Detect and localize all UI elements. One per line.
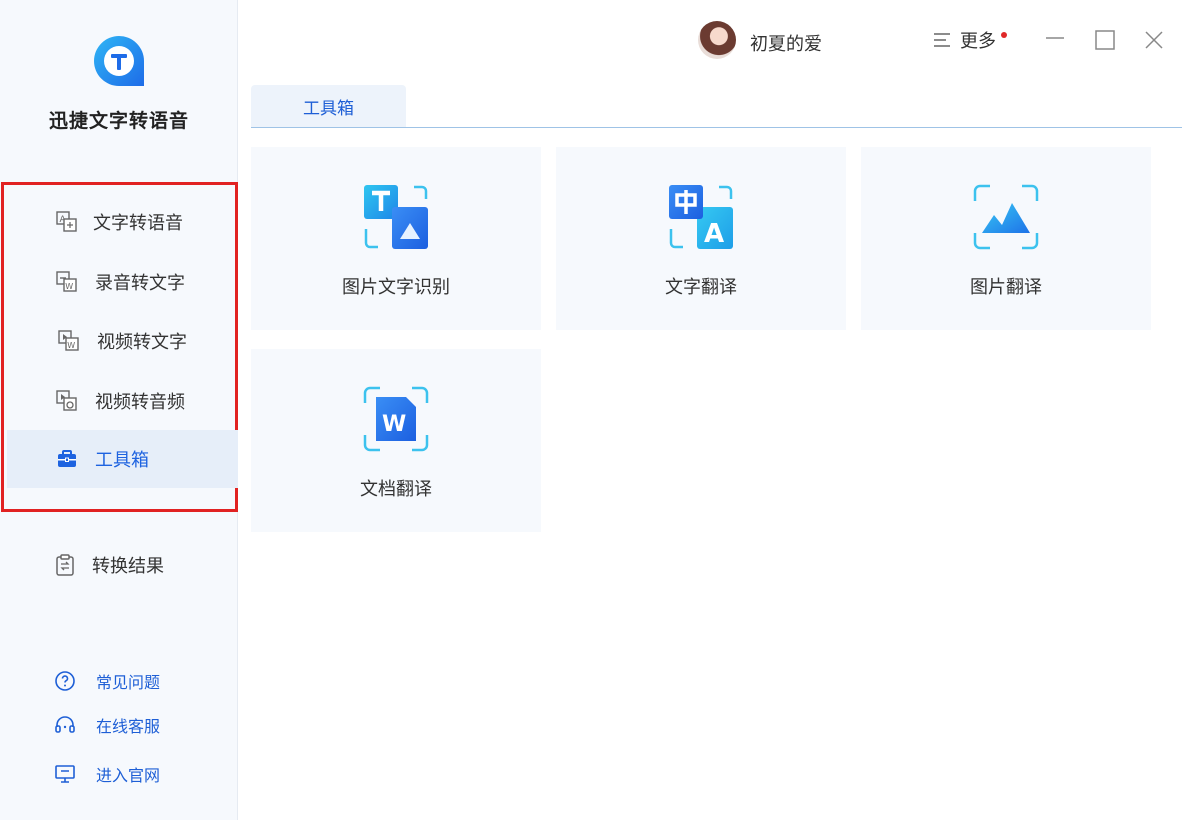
monitor-icon (55, 765, 75, 783)
clipboard-icon (56, 554, 74, 576)
video-to-text-icon: W (58, 330, 79, 351)
minimize-icon[interactable] (1043, 26, 1067, 50)
svg-text:W: W (65, 282, 73, 291)
sidebar: 迅捷文字转语音 A 文字转语音 W 录音转文字 W 视频转文字 视频转音频 工具… (0, 0, 238, 820)
sidebar-item-label: 工具箱 (95, 450, 149, 471)
user-avatar[interactable] (698, 21, 736, 59)
toolbox-icon (58, 450, 76, 467)
app-title: 迅捷文字转语音 (48, 110, 189, 132)
text-translate-icon: A (669, 185, 733, 249)
sidebar-item-audio-to-text[interactable]: W 录音转文字 (7, 253, 238, 311)
svg-text:W: W (67, 341, 75, 350)
doc-translate-icon: W (363, 386, 429, 452)
official-site-label: 进入官网 (96, 766, 161, 785)
online-service-link[interactable]: 在线客服 (0, 710, 238, 740)
tool-label: 图片文字识别 (342, 277, 450, 298)
online-service-label: 在线客服 (96, 717, 161, 736)
tab-divider (251, 127, 1182, 128)
tool-label: 图片翻译 (970, 277, 1042, 298)
image-ocr-icon (364, 185, 428, 249)
notification-dot (1001, 32, 1007, 38)
text-to-speech-icon: A (56, 211, 77, 232)
tool-label: 文字翻译 (665, 277, 737, 298)
image-translate-icon (973, 184, 1039, 250)
tool-card-image-translate[interactable]: 图片翻译 (861, 147, 1151, 330)
audio-to-text-icon: W (56, 271, 77, 292)
sidebar-item-conversion-result[interactable]: 转换结果 (0, 536, 238, 594)
maximize-icon[interactable] (1093, 28, 1117, 52)
tool-label: 文档翻译 (360, 479, 432, 500)
sidebar-item-label: 文字转语音 (93, 213, 183, 234)
sidebar-item-label: 录音转文字 (95, 273, 185, 294)
tool-card-doc-translate[interactable]: W 文档翻译 (251, 349, 541, 532)
question-icon (55, 671, 75, 691)
tab-toolbox[interactable]: 工具箱 (251, 85, 406, 127)
close-icon[interactable] (1142, 28, 1166, 52)
sidebar-item-label: 视频转文字 (97, 332, 187, 353)
app-logo-icon (94, 36, 144, 86)
sidebar-item-label: 转换结果 (92, 556, 164, 577)
official-site-link[interactable]: 进入官网 (0, 759, 238, 789)
more-menu-button[interactable]: 更多 (932, 26, 996, 54)
svg-text:A: A (704, 219, 724, 249)
sidebar-item-label: 视频转音频 (95, 392, 185, 413)
username[interactable]: 初夏的爱 (750, 30, 822, 56)
faq-label: 常见问题 (96, 673, 161, 692)
headset-icon (55, 716, 75, 733)
nav-highlight-box: A 文字转语音 W 录音转文字 W 视频转文字 视频转音频 工具箱 (1, 182, 238, 512)
menu-icon (934, 33, 950, 47)
sidebar-item-toolbox[interactable]: 工具箱 (7, 430, 238, 488)
more-label: 更多 (960, 31, 996, 52)
video-to-audio-icon (56, 390, 77, 411)
sidebar-item-video-to-text[interactable]: W 视频转文字 (7, 312, 238, 370)
tool-card-text-translate[interactable]: A 文字翻译 (556, 147, 846, 330)
svg-text:W: W (382, 412, 406, 437)
tool-card-image-ocr[interactable]: 图片文字识别 (251, 147, 541, 330)
sidebar-item-text-to-speech[interactable]: A 文字转语音 (7, 193, 238, 251)
sidebar-item-video-to-audio[interactable]: 视频转音频 (7, 372, 238, 430)
faq-link[interactable]: 常见问题 (0, 666, 238, 696)
